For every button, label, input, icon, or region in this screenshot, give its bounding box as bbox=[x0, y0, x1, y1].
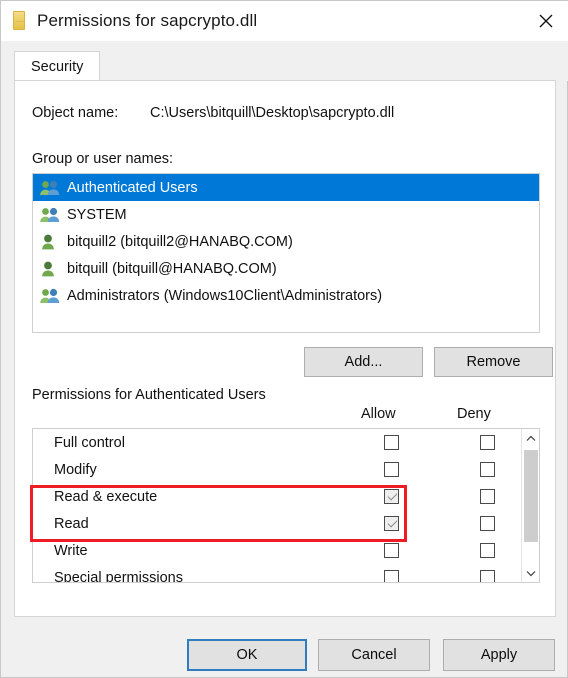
list-item-label: bitquill (bitquill@HANABQ.COM) bbox=[67, 260, 277, 277]
list-item[interactable]: Authenticated Users bbox=[33, 174, 539, 201]
permission-name: Read & execute bbox=[54, 488, 158, 505]
scroll-up-button[interactable] bbox=[522, 429, 539, 447]
deny-checkbox[interactable] bbox=[480, 516, 495, 531]
group-icon bbox=[39, 179, 61, 197]
object-name-value: C:\Users\bitquill\Desktop\sapcrypto.dll bbox=[150, 105, 395, 121]
file-dll-icon bbox=[10, 10, 28, 32]
table-row[interactable]: Full control bbox=[33, 429, 521, 456]
group-or-user-names-label: Group or user names: bbox=[32, 151, 174, 167]
group-icon bbox=[39, 206, 61, 224]
allow-checkbox[interactable] bbox=[384, 516, 399, 531]
user-icon bbox=[39, 260, 61, 278]
window-title: Permissions for sapcrypto.dll bbox=[37, 11, 258, 30]
tab-strip: Security bbox=[1, 41, 568, 81]
table-row[interactable]: Read bbox=[33, 510, 521, 537]
group-user-list[interactable]: Authenticated Users SYSTEM bitquill2 (bi… bbox=[32, 173, 540, 333]
close-button[interactable] bbox=[522, 1, 568, 41]
deny-checkbox[interactable] bbox=[480, 489, 495, 504]
permission-name: Full control bbox=[54, 434, 125, 451]
object-name-row: Object name: C:\Users\bitquill\Desktop\s… bbox=[32, 105, 394, 121]
tab-security-label: Security bbox=[31, 58, 84, 75]
deny-checkbox[interactable] bbox=[480, 570, 495, 582]
object-name-label: Object name: bbox=[32, 105, 119, 121]
deny-checkbox[interactable] bbox=[480, 435, 495, 450]
group-icon bbox=[39, 287, 61, 305]
permission-name: Special permissions bbox=[54, 569, 183, 583]
permission-name: Write bbox=[54, 542, 88, 559]
add-button[interactable]: Add... bbox=[304, 347, 423, 377]
remove-button[interactable]: Remove bbox=[434, 347, 553, 377]
close-icon bbox=[539, 14, 552, 28]
allow-checkbox[interactable] bbox=[384, 570, 399, 582]
scroll-down-button[interactable] bbox=[522, 564, 539, 582]
permissions-rows: Full control Modify Read & execute Read bbox=[33, 429, 521, 583]
cancel-button[interactable]: Cancel bbox=[318, 639, 430, 671]
list-item-label: bitquill2 (bitquill2@HANABQ.COM) bbox=[67, 233, 293, 250]
list-item-label: Administrators (Windows10Client\Administ… bbox=[67, 287, 383, 304]
chevron-down-icon bbox=[526, 570, 536, 576]
permissions-dialog: Permissions for sapcrypto.dll Security O… bbox=[0, 0, 568, 678]
allow-checkbox[interactable] bbox=[384, 543, 399, 558]
list-item[interactable]: Administrators (Windows10Client\Administ… bbox=[33, 282, 539, 309]
ok-button[interactable]: OK bbox=[187, 639, 307, 671]
deny-column-header: Deny bbox=[457, 406, 491, 422]
permission-name: Read bbox=[54, 515, 89, 532]
list-item[interactable]: bitquill (bitquill@HANABQ.COM) bbox=[33, 255, 539, 282]
apply-button-label: Apply bbox=[480, 647, 518, 663]
deny-checkbox[interactable] bbox=[480, 543, 495, 558]
permissions-scrollbar[interactable] bbox=[521, 429, 539, 582]
security-tab-panel: Object name: C:\Users\bitquill\Desktop\s… bbox=[14, 80, 556, 617]
scrollbar-thumb[interactable] bbox=[524, 450, 538, 542]
permissions-list[interactable]: Full control Modify Read & execute Read bbox=[32, 428, 540, 583]
user-icon bbox=[39, 233, 61, 251]
tab-security[interactable]: Security bbox=[14, 51, 101, 81]
permissions-for-label: Permissions for Authenticated Users bbox=[32, 387, 266, 403]
list-item-label: SYSTEM bbox=[67, 206, 127, 223]
add-button-label: Add... bbox=[344, 354, 383, 370]
deny-checkbox[interactable] bbox=[480, 462, 495, 477]
table-row[interactable]: Read & execute bbox=[33, 483, 521, 510]
allow-checkbox[interactable] bbox=[384, 489, 399, 504]
title-bar: Permissions for sapcrypto.dll bbox=[1, 1, 568, 41]
list-item[interactable]: SYSTEM bbox=[33, 201, 539, 228]
allow-checkbox[interactable] bbox=[384, 462, 399, 477]
allow-column-header: Allow bbox=[361, 406, 396, 422]
list-item[interactable]: bitquill2 (bitquill2@HANABQ.COM) bbox=[33, 228, 539, 255]
table-row[interactable]: Modify bbox=[33, 456, 521, 483]
ok-button-label: OK bbox=[236, 647, 258, 663]
allow-checkbox[interactable] bbox=[384, 435, 399, 450]
apply-button[interactable]: Apply bbox=[443, 639, 555, 671]
list-item-label: Authenticated Users bbox=[67, 179, 198, 196]
remove-button-label: Remove bbox=[466, 354, 521, 370]
table-row[interactable]: Special permissions bbox=[33, 564, 521, 583]
chevron-up-icon bbox=[526, 435, 536, 441]
table-row[interactable]: Write bbox=[33, 537, 521, 564]
permission-name: Modify bbox=[54, 461, 97, 478]
cancel-button-label: Cancel bbox=[351, 647, 397, 663]
